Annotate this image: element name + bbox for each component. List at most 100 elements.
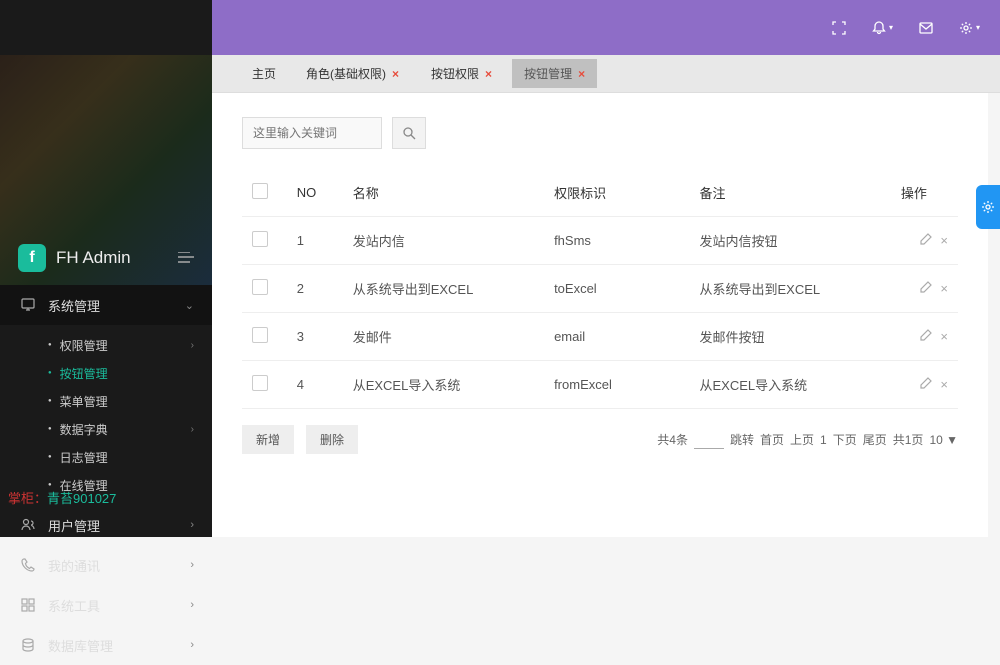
database-icon [18, 638, 38, 652]
settings-side-tab[interactable] [976, 185, 1000, 229]
pager-next[interactable]: 下页 [833, 431, 857, 448]
add-button[interactable]: 新增 [242, 425, 294, 454]
mail-icon[interactable] [919, 22, 933, 34]
cell-perm: toExcel [544, 265, 689, 313]
sidebar: f FH Admin 系统管理 ⌄ ●权限管理› ●按钮管理 ●菜单管理 ●数据… [0, 0, 212, 537]
cell-remark: 发站内信按钮 [690, 217, 891, 265]
cell-no: 3 [287, 313, 343, 361]
subnav-item-log[interactable]: ●日志管理 [0, 443, 212, 471]
table-row: 2从系统导出到EXCELtoExcel从系统导出到EXCEL× [242, 265, 958, 313]
row-checkbox[interactable] [252, 375, 268, 391]
gear-icon [981, 200, 995, 214]
chevron-right-icon: › [190, 599, 194, 611]
gear-icon[interactable]: ▾ [959, 21, 980, 35]
row-checkbox[interactable] [252, 327, 268, 343]
chevron-right-icon: › [190, 519, 194, 531]
pager-prev[interactable]: 上页 [790, 431, 814, 448]
nav-label: 系统工具 [48, 596, 100, 615]
brand: f FH Admin [0, 230, 212, 285]
table-row: 3发邮件email发邮件按钮 × [242, 313, 958, 361]
subnav-system: ●权限管理› ●按钮管理 ●菜单管理 ●数据字典› ●日志管理 ●在线管理 [0, 325, 212, 505]
nav-section-database[interactable]: 数据库管理 › [0, 625, 212, 665]
cell-name: 从EXCEL导入系统 [343, 361, 544, 409]
subnav-item-button[interactable]: ●按钮管理 [0, 359, 212, 387]
col-remark: 备注 [690, 169, 891, 217]
chevron-right-icon: › [190, 639, 194, 651]
brand-logo: f [18, 244, 46, 272]
col-no: NO [287, 169, 343, 217]
col-name: 名称 [343, 169, 544, 217]
chevron-right-icon: › [190, 559, 194, 571]
col-perm: 权限标识 [544, 169, 689, 217]
tabs-bar: 主页 角色(基础权限)× 按钮权限× 按钮管理× [212, 55, 1000, 93]
search-row [242, 117, 958, 149]
nav-section-contacts[interactable]: 我的通讯 › [0, 545, 212, 585]
tab-role[interactable]: 角色(基础权限)× [294, 59, 411, 88]
pager-jump-input[interactable] [694, 431, 724, 449]
cell-name: 从系统导出到EXCEL [343, 265, 544, 313]
cell-remark: 发邮件按钮 [690, 313, 891, 361]
cell-perm: fromExcel [544, 361, 689, 409]
pager-current: 1 [820, 433, 827, 447]
nav-section-tools[interactable]: 系统工具 › [0, 585, 212, 625]
chevron-right-icon: › [191, 340, 194, 351]
pager-pagesize[interactable]: 10 ▼ [929, 433, 958, 447]
table-header-row: NO 名称 权限标识 备注 操作 [242, 169, 958, 217]
pager-pages: 共1页 [893, 431, 924, 448]
delete-button[interactable]: 删除 [306, 425, 358, 454]
tab-button-perm[interactable]: 按钮权限× [419, 59, 504, 88]
cell-no: 2 [287, 265, 343, 313]
edit-icon[interactable] [920, 233, 932, 248]
users-icon [18, 518, 38, 532]
table-row: 4从EXCEL导入系统fromExcel从EXCEL导入系统× [242, 361, 958, 409]
close-icon[interactable]: × [392, 67, 399, 81]
close-icon[interactable]: × [940, 329, 948, 344]
pager: 共4条 跳转 首页 上页 1 下页 尾页 共1页 10 ▼ [657, 431, 958, 449]
edit-icon[interactable] [920, 377, 932, 392]
subnav-item-permission[interactable]: ●权限管理› [0, 331, 212, 359]
phone-icon [18, 558, 38, 572]
cell-no: 4 [287, 361, 343, 409]
nav-label: 系统管理 [48, 296, 100, 315]
cell-name: 发邮件 [343, 313, 544, 361]
topbar: ▾ ▾ [212, 0, 1000, 55]
cell-no: 1 [287, 217, 343, 265]
chevron-down-icon: ⌄ [185, 299, 194, 312]
fullscreen-icon[interactable] [832, 21, 846, 35]
bell-icon[interactable]: ▾ [872, 21, 893, 35]
close-icon[interactable]: × [940, 233, 948, 248]
nav-section-system[interactable]: 系统管理 ⌄ [0, 285, 212, 325]
footer-note: 掌柜：青苔901027 [8, 488, 116, 507]
edit-icon[interactable] [920, 281, 932, 296]
col-ops: 操作 [891, 169, 958, 217]
cell-perm: email [544, 313, 689, 361]
cell-remark: 从系统导出到EXCEL [690, 265, 891, 313]
pager-jump[interactable]: 跳转 [730, 431, 754, 448]
tab-home[interactable]: 主页 [242, 59, 286, 88]
search-input[interactable] [242, 117, 382, 149]
row-checkbox[interactable] [252, 279, 268, 295]
subnav-item-menu[interactable]: ●菜单管理 [0, 387, 212, 415]
cell-remark: 从EXCEL导入系统 [690, 361, 891, 409]
data-table: NO 名称 权限标识 备注 操作 1发站内信fhSms发站内信按钮×2从系统导出… [242, 169, 958, 409]
table-row: 1发站内信fhSms发站内信按钮× [242, 217, 958, 265]
pager-last[interactable]: 尾页 [863, 431, 887, 448]
close-icon[interactable]: × [940, 377, 948, 392]
close-icon[interactable]: × [578, 67, 585, 81]
search-button[interactable] [392, 117, 426, 149]
cell-perm: fhSms [544, 217, 689, 265]
content-panel: NO 名称 权限标识 备注 操作 1发站内信fhSms发站内信按钮×2从系统导出… [212, 93, 988, 537]
row-checkbox[interactable] [252, 231, 268, 247]
nav-section-users[interactable]: 用户管理 › [0, 505, 212, 545]
close-icon[interactable]: × [940, 281, 948, 296]
edit-icon[interactable] [920, 329, 932, 344]
brand-title: FH Admin [56, 248, 131, 268]
bottom-row: 新增 删除 共4条 跳转 首页 上页 1 下页 尾页 共1页 10 ▼ [242, 425, 958, 454]
subnav-item-dict[interactable]: ●数据字典› [0, 415, 212, 443]
close-icon[interactable]: × [485, 67, 492, 81]
pager-first[interactable]: 首页 [760, 431, 784, 448]
tab-button-mgmt[interactable]: 按钮管理× [512, 59, 597, 88]
checkbox-all[interactable] [252, 183, 268, 199]
chevron-right-icon: › [191, 424, 194, 435]
menu-toggle-icon[interactable] [178, 252, 194, 264]
